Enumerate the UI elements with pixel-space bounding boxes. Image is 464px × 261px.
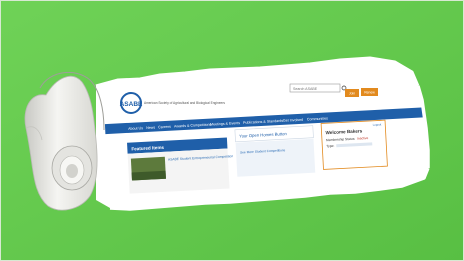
nav-item-careers[interactable]: Careers [158,125,171,130]
search-placeholder: Search ASABE [293,87,318,91]
logout-link[interactable]: Logout [373,122,382,126]
nav-item-about-us[interactable]: About Us [128,126,143,131]
home-column: Your Open Homes Button See More Student … [234,125,316,177]
logo-text: ASABE [120,101,143,108]
renew-button-label: Renew [364,91,375,95]
type-label: Type: [326,144,334,148]
torn-paper-scene: ASABE American Society of Agricultural a… [0,0,464,261]
featured-panel: Featured Items ASABE Student Entrepreneu… [127,137,233,194]
site-tagline: American Society of Agricultural and Bio… [144,101,225,105]
join-button-label: Join [349,92,355,96]
membership-value: Inactive [357,136,369,141]
nav-item-news[interactable]: News [146,125,155,129]
welcome-box: Logout Welcome Bakers Membership Status:… [320,119,388,170]
